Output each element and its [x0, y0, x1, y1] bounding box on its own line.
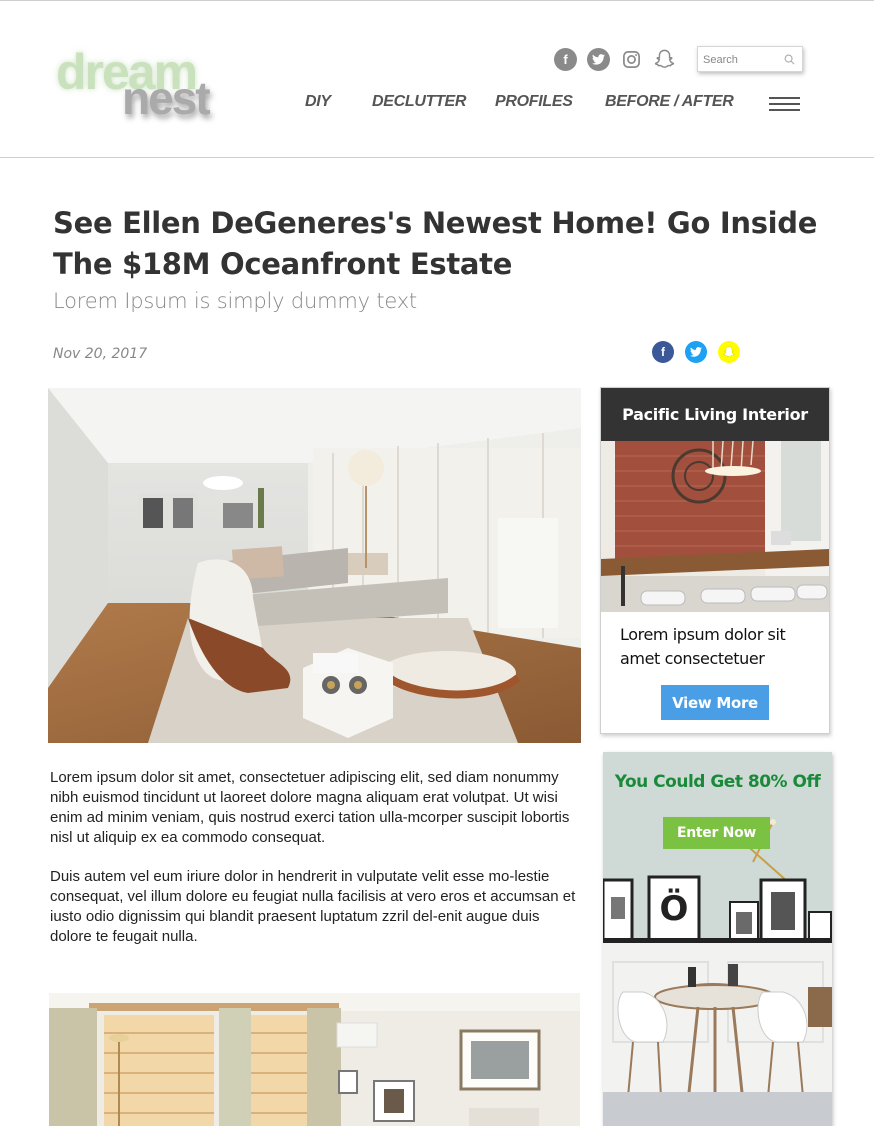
card-title: Pacific Living Interior	[601, 388, 829, 441]
sidebar-card: Pacific Living Interior Lorem ipsum dolo…	[600, 387, 830, 734]
card-text: Lorem ipsum dolor sit amet consectetuer	[620, 625, 786, 668]
twitter-icon[interactable]	[587, 48, 610, 71]
ad-poster-letter: Ö	[660, 888, 689, 929]
nav-item-profiles[interactable]: PROFILES	[495, 93, 573, 111]
facebook-icon[interactable]: f	[554, 48, 577, 71]
article-date: Nov 20, 2017	[53, 346, 148, 362]
article-main-image	[48, 388, 581, 743]
snapchat-icon[interactable]	[653, 48, 676, 71]
share-facebook-icon[interactable]: f	[652, 341, 674, 363]
nav-item-diy[interactable]: DIY	[305, 93, 331, 111]
article-paragraph-2: Duis autem vel eum iriure dolor in hendr…	[50, 868, 576, 945]
sidebar-ad[interactable]: Ö You Could Get 80% Off Enter Now	[603, 752, 832, 1126]
nav-item-before-after[interactable]: BEFORE / AFTER	[605, 93, 734, 111]
instagram-icon[interactable]	[620, 48, 643, 71]
card-image	[601, 441, 829, 612]
article-subtitle: Lorem Ipsum is simply dummy text	[53, 289, 417, 313]
ad-background-image: Ö	[603, 752, 832, 1126]
article-second-image	[49, 993, 580, 1126]
header-divider	[0, 157, 874, 158]
logo-nest-text: nest	[122, 72, 211, 124]
ad-headline: You Could Get 80% Off	[614, 772, 821, 792]
hamburger-menu-icon[interactable]	[769, 96, 800, 111]
article-title: See Ellen DeGeneres's Newest Home! Go In…	[53, 206, 818, 281]
article-paragraph-1: Lorem ipsum dolor sit amet, consectetuer…	[50, 769, 570, 846]
view-more-button[interactable]: View More	[661, 685, 769, 720]
dreamnest-logo[interactable]: dream nest	[56, 44, 246, 124]
enter-now-button[interactable]: Enter Now	[663, 817, 770, 849]
share-twitter-icon[interactable]	[685, 341, 707, 363]
nav-item-declutter[interactable]: DECLUTTER	[372, 93, 466, 111]
search-icon[interactable]	[784, 54, 795, 65]
share-snapchat-icon[interactable]	[718, 341, 740, 363]
top-rule	[0, 0, 874, 1]
search-input[interactable]	[703, 51, 781, 68]
search-box[interactable]	[697, 46, 803, 72]
